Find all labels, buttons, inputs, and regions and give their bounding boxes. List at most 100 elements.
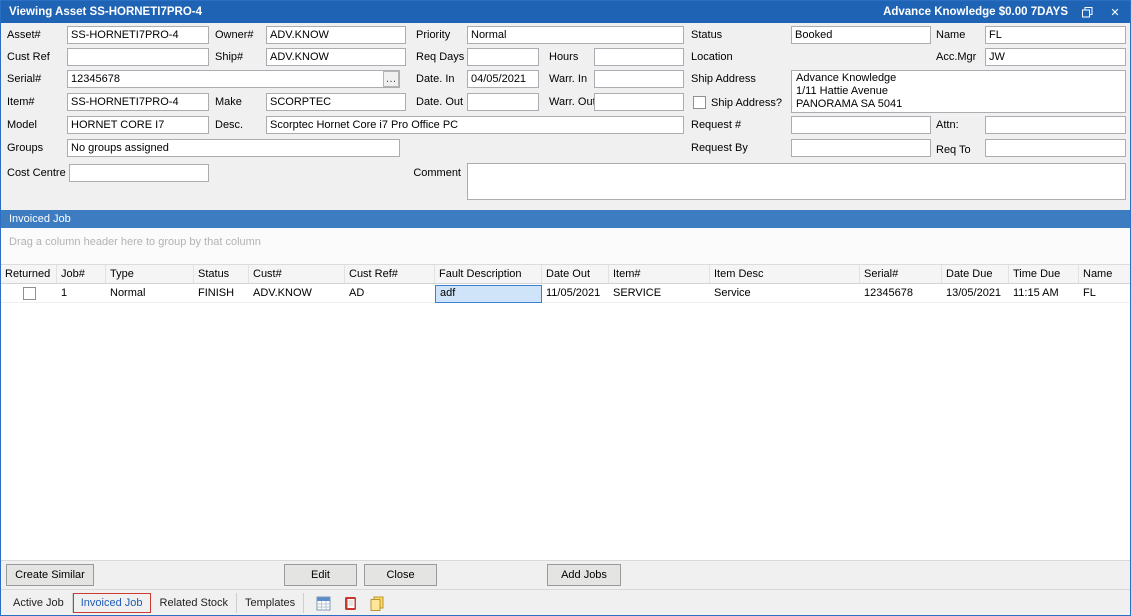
table-row[interactable]: 1 Normal FINISH ADV.KNOW AD adf 11/05/20…: [1, 285, 1130, 303]
create-similar-button[interactable]: Create Similar: [6, 564, 94, 586]
model-input[interactable]: [67, 116, 209, 134]
invoiced-job-grid: Drag a column header here to group by th…: [1, 228, 1130, 560]
request-no-label: Request #: [691, 116, 741, 134]
group-by-panel[interactable]: Drag a column header here to group by th…: [1, 228, 1130, 264]
cell-serial[interactable]: 12345678: [860, 285, 942, 303]
make-input[interactable]: [266, 93, 406, 111]
column-header-status[interactable]: Status: [194, 265, 249, 283]
column-header-job[interactable]: Job#: [57, 265, 106, 283]
column-header-time-due[interactable]: Time Due: [1009, 265, 1079, 283]
acc-mgr-label: Acc.Mgr: [936, 48, 976, 66]
cust-ref-input[interactable]: [67, 48, 209, 66]
priority-label: Priority: [416, 26, 450, 44]
cell-item-desc[interactable]: Service: [710, 285, 860, 303]
column-header-item[interactable]: Item#: [609, 265, 710, 283]
cell-date-due[interactable]: 13/05/2021: [942, 285, 1009, 303]
cell-job[interactable]: 1: [57, 285, 106, 303]
priority-input[interactable]: [467, 26, 684, 44]
warr-in-input[interactable]: [594, 70, 684, 88]
status-input[interactable]: [791, 26, 931, 44]
comment-box[interactable]: [467, 163, 1126, 200]
cell-cust-ref[interactable]: AD: [345, 285, 435, 303]
owner-input[interactable]: [266, 26, 406, 44]
warr-out-input[interactable]: [594, 93, 684, 111]
window-title: Viewing Asset SS-HORNETI7PRO-4: [9, 6, 202, 18]
add-jobs-button[interactable]: Add Jobs: [547, 564, 621, 586]
serial-lookup-button[interactable]: …: [383, 71, 399, 87]
restore-icon[interactable]: [1078, 4, 1096, 20]
column-header-type[interactable]: Type: [106, 265, 194, 283]
ship-address-box[interactable]: Advance Knowledge 1/11 Hattie Avenue PAN…: [791, 70, 1126, 113]
cell-item[interactable]: SERVICE: [609, 285, 710, 303]
column-header-date-due[interactable]: Date Due: [942, 265, 1009, 283]
req-days-label: Req Days: [416, 48, 464, 66]
make-label: Make: [215, 93, 242, 111]
cell-status[interactable]: FINISH: [194, 285, 249, 303]
req-to-input[interactable]: [985, 139, 1126, 157]
date-out-input[interactable]: [467, 93, 539, 111]
column-header-returned[interactable]: Returned: [1, 265, 57, 283]
cell-date-out[interactable]: 11/05/2021: [542, 285, 609, 303]
ship-input[interactable]: [266, 48, 406, 66]
column-header-item-desc[interactable]: Item Desc: [710, 265, 860, 283]
column-header-cust-ref[interactable]: Cust Ref#: [345, 265, 435, 283]
tab-invoiced-job[interactable]: Invoiced Job: [73, 593, 151, 613]
model-label: Model: [7, 116, 37, 134]
groups-input[interactable]: [67, 139, 400, 157]
ship-address-check-label: Ship Address?: [711, 94, 782, 112]
grid-icon[interactable]: [314, 594, 332, 612]
close-icon[interactable]: ✕: [1106, 4, 1124, 20]
ship-address-checkbox[interactable]: [693, 96, 706, 109]
acc-mgr-input[interactable]: [985, 48, 1126, 66]
column-header-date-out[interactable]: Date Out: [542, 265, 609, 283]
copy-icon[interactable]: [368, 594, 386, 612]
section-title: Invoiced Job: [9, 213, 71, 225]
groups-label: Groups: [7, 139, 43, 157]
cell-time-due[interactable]: 11:15 AM: [1009, 285, 1079, 303]
column-header-name[interactable]: Name: [1079, 265, 1130, 283]
close-button[interactable]: Close: [364, 564, 437, 586]
returned-checkbox[interactable]: [23, 287, 36, 300]
attn-input[interactable]: [985, 116, 1126, 134]
tab-bar-icons: [314, 594, 386, 612]
cell-fault-description[interactable]: adf: [435, 285, 542, 303]
report-icon[interactable]: [341, 594, 359, 612]
column-header-serial[interactable]: Serial#: [860, 265, 942, 283]
attn-label: Attn:: [936, 116, 959, 134]
asset-input[interactable]: [67, 26, 209, 44]
name-label: Name: [936, 26, 965, 44]
warr-in-label: Warr. In: [549, 70, 587, 88]
column-header-fault-description[interactable]: Fault Description: [435, 265, 542, 283]
account-summary: Advance Knowledge $0.00 7DAYS: [883, 6, 1068, 18]
request-by-input[interactable]: [791, 139, 931, 157]
column-header-cust[interactable]: Cust#: [249, 265, 345, 283]
cell-cust[interactable]: ADV.KNOW: [249, 285, 345, 303]
titlebar: Viewing Asset SS-HORNETI7PRO-4 Advance K…: [1, 1, 1130, 23]
tab-templates[interactable]: Templates: [237, 593, 304, 613]
tab-active-job[interactable]: Active Job: [5, 593, 73, 613]
request-no-input[interactable]: [791, 116, 931, 134]
cell-returned: [1, 285, 57, 303]
desc-label: Desc.: [215, 116, 243, 134]
tab-related-stock[interactable]: Related Stock: [152, 593, 237, 613]
req-days-input[interactable]: [467, 48, 539, 66]
cell-name[interactable]: FL: [1079, 285, 1130, 303]
warr-out-label: Warr. Out: [549, 93, 596, 111]
cost-centre-label: Cost Centre: [7, 164, 66, 182]
grid-header-row: Returned Job# Type Status Cust# Cust Ref…: [1, 264, 1130, 284]
location-label: Location: [691, 48, 733, 66]
serial-input[interactable]: [67, 70, 400, 88]
ship-label: Ship#: [215, 48, 243, 66]
section-bar-invoiced-job: Invoiced Job: [1, 210, 1130, 228]
status-label: Status: [691, 26, 722, 44]
desc-input[interactable]: [266, 116, 684, 134]
item-input[interactable]: [67, 93, 209, 111]
hours-input[interactable]: [594, 48, 684, 66]
name-input[interactable]: [985, 26, 1126, 44]
cost-centre-input[interactable]: [69, 164, 209, 182]
comment-label: Comment: [401, 164, 461, 182]
date-in-input[interactable]: [467, 70, 539, 88]
date-out-label: Date. Out: [416, 93, 463, 111]
edit-button[interactable]: Edit: [284, 564, 357, 586]
cell-type[interactable]: Normal: [106, 285, 194, 303]
